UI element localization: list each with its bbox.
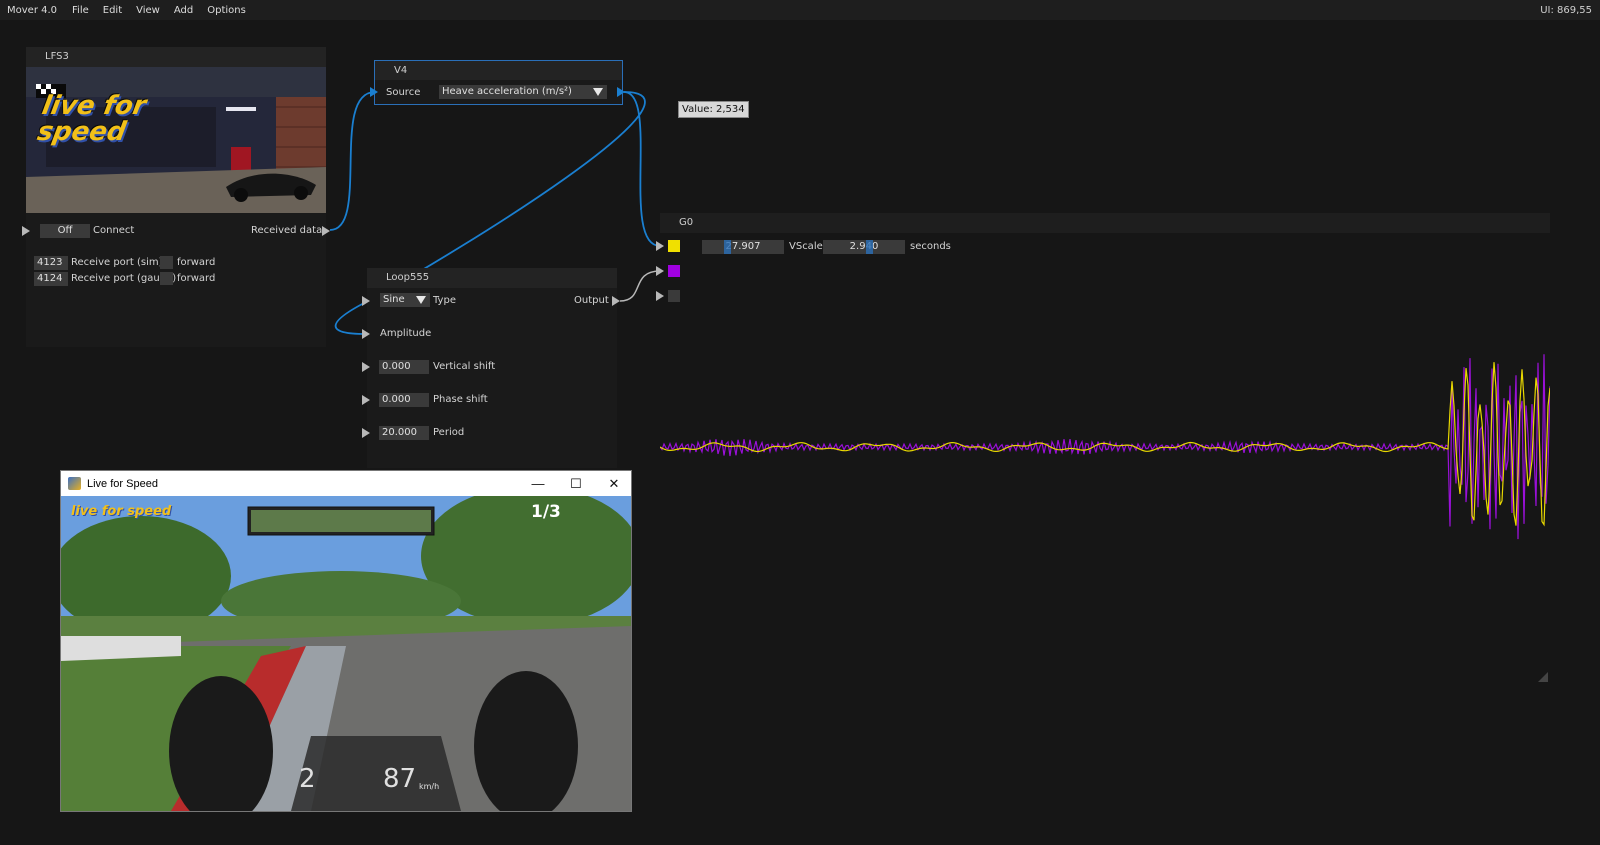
game-viewport[interactable]: live for speed 1/3 2 87 km/h	[61, 496, 631, 811]
v4-output-pin[interactable]	[617, 87, 625, 97]
wire-lfs-to-v4	[329, 91, 376, 231]
graph-input-pin-2[interactable]	[656, 266, 664, 276]
graph-seconds-value: 2.940	[849, 241, 879, 252]
loop-node-title[interactable]: Loop555	[367, 268, 617, 288]
maximize-button[interactable]: ☐	[557, 471, 595, 496]
v4-source-label: Source	[386, 87, 421, 98]
lfs3-received-output-pin[interactable]	[322, 226, 330, 236]
lfs3-connect-toggle[interactable]: Off	[40, 224, 90, 238]
loop-output-label: Output	[574, 295, 609, 306]
lfs3-node-title[interactable]: LFS3	[26, 47, 326, 67]
graph-resize-handle-icon[interactable]	[1538, 672, 1548, 682]
loop-type-pin[interactable]	[362, 296, 370, 306]
game-logo-text: live for speed	[71, 504, 172, 519]
lfs3-forward-sim-label: forward	[177, 257, 216, 268]
wire-v4-to-graph	[623, 91, 661, 247]
game-window-title: Live for Speed	[87, 477, 158, 490]
loop-vshift-label: Vertical shift	[433, 361, 496, 372]
v4-source-dropdown[interactable]: Heave acceleration (m/s²)	[439, 85, 607, 99]
app-logo-icon	[68, 477, 81, 490]
lfs3-connect-label: Connect	[93, 225, 135, 236]
graph-series-1-line	[660, 362, 1550, 527]
graph-plot-area	[660, 354, 1550, 540]
v4-source-value: Heave acceleration (m/s²)	[442, 86, 572, 97]
loop-amplitude-label: Amplitude	[380, 328, 432, 339]
loop-output-pin[interactable]	[612, 296, 620, 306]
loop-vshift-input[interactable]: 0.000	[379, 360, 429, 374]
loop-pshift-label: Phase shift	[433, 394, 488, 405]
close-button[interactable]: ✕	[595, 471, 633, 496]
lfs3-connect-pin[interactable]	[22, 226, 30, 236]
loop-amplitude-pin[interactable]	[362, 329, 370, 339]
v4-input-pin[interactable]	[370, 87, 378, 97]
graph-seconds-label: seconds	[910, 241, 951, 252]
graph-series-1-swatch[interactable]	[668, 240, 680, 252]
chevron-down-icon	[416, 296, 426, 304]
loop-type-dropdown[interactable]: Sine	[380, 293, 430, 307]
game-window-titlebar[interactable]: Live for Speed — ☐ ✕	[61, 471, 631, 496]
lfs3-forward-sim-checkbox[interactable]	[160, 256, 173, 269]
wire-loop-to-graph	[619, 270, 661, 302]
lfs3-forward-gauge-label: forward	[177, 273, 216, 284]
lfs3-logo-text: live for speed	[35, 91, 149, 147]
v4-node-title[interactable]: V4	[375, 61, 622, 80]
speed-unit: km/h	[419, 782, 440, 791]
vscale-slider-grab[interactable]	[724, 240, 731, 254]
loop-period-input[interactable]: 20.000	[379, 426, 429, 440]
loop-period-pin[interactable]	[362, 428, 370, 438]
race-scene-illustration	[61, 496, 631, 811]
lfs3-preview-image: live for speed	[26, 67, 326, 213]
graph-seconds-input[interactable]: 2.940	[823, 240, 905, 254]
loop-type-label: Type	[433, 295, 456, 306]
gear-indicator: 2	[299, 764, 316, 794]
lfs3-port-sim-input[interactable]: 4123	[34, 256, 68, 270]
loop-pshift-pin[interactable]	[362, 395, 370, 405]
graph-vscale-label: VScale	[789, 241, 823, 252]
value-tooltip: Value: 2,534	[678, 101, 749, 118]
game-window[interactable]: Live for Speed — ☐ ✕ live for speed 1/3 …	[60, 470, 632, 812]
loop-vshift-pin[interactable]	[362, 362, 370, 372]
seconds-slider-grab[interactable]	[866, 240, 873, 254]
lfs3-port-sim-label: Receive port (sim)	[71, 257, 163, 268]
graph-series-2-swatch[interactable]	[668, 265, 680, 277]
loop-period-label: Period	[433, 427, 465, 438]
graph-vscale-input[interactable]: 27.907	[702, 240, 784, 254]
lfs3-port-gauge-input[interactable]: 4124	[34, 272, 68, 286]
speed-readout: 87	[383, 764, 417, 794]
lap-counter: 1/3	[531, 502, 561, 522]
loop-pshift-input[interactable]: 0.000	[379, 393, 429, 407]
loop-type-value: Sine	[383, 294, 405, 305]
graph-node-title[interactable]: G0	[660, 213, 1550, 233]
lfs3-received-label: Received data	[251, 225, 323, 236]
graph-input-pin-1[interactable]	[656, 241, 664, 251]
minimize-button[interactable]: —	[519, 471, 557, 496]
lfs3-forward-gauge-checkbox[interactable]	[160, 272, 173, 285]
chevron-down-icon	[593, 88, 603, 96]
